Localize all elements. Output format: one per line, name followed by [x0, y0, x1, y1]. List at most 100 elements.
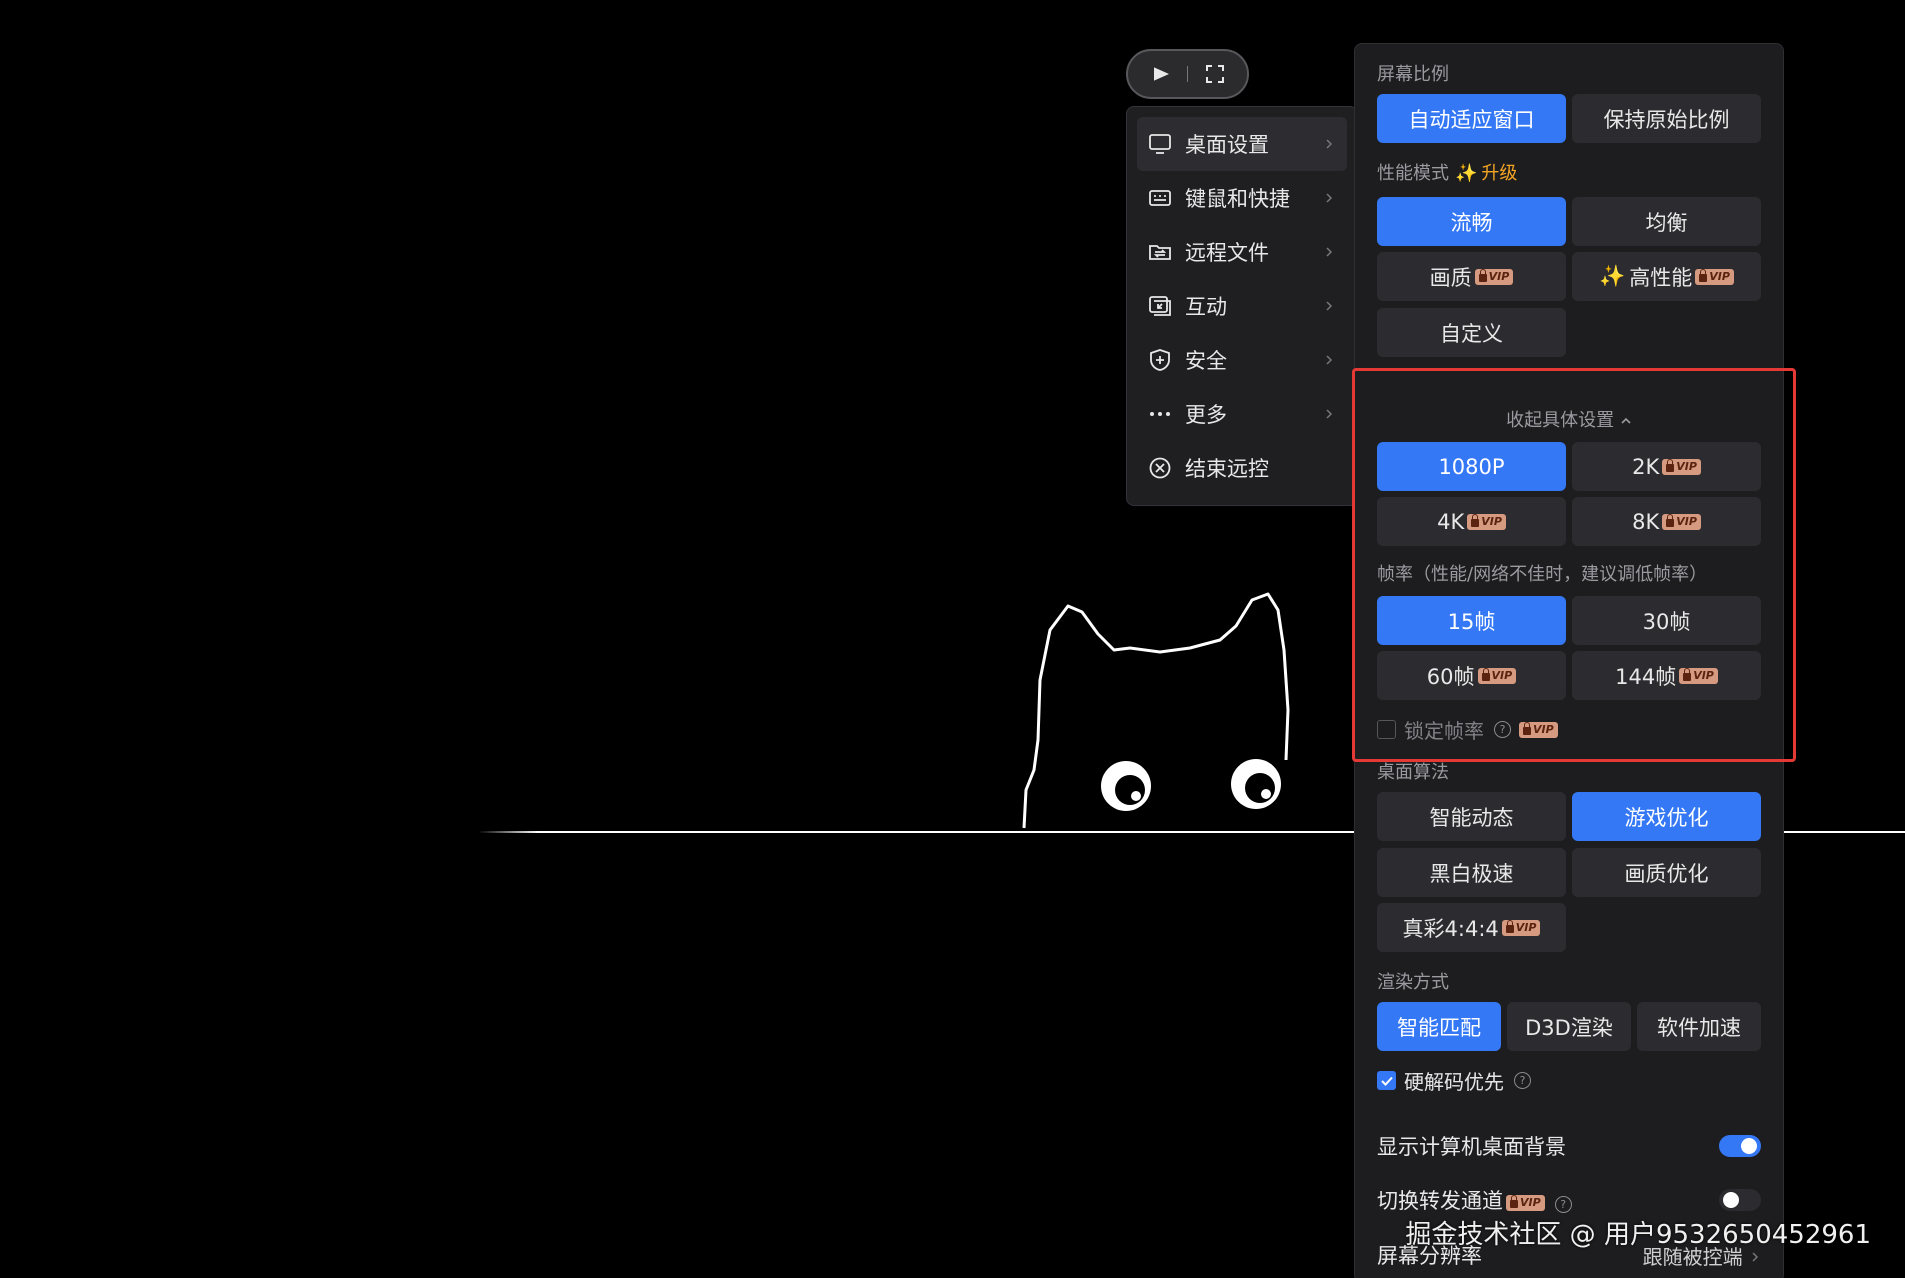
perf-quality-button[interactable]: 画质 VIP — [1377, 252, 1566, 301]
show-wallpaper-toggle[interactable] — [1719, 1135, 1761, 1157]
quality-8k-button[interactable]: 8K VIP — [1572, 497, 1761, 546]
keyboard-icon — [1147, 185, 1173, 211]
hw-decode-checkbox[interactable] — [1377, 1071, 1396, 1090]
remote-control-menu: 桌面设置 键鼠和快捷 远程文件 互动 安全 更多 结束远控 — [1126, 106, 1358, 506]
help-icon[interactable]: ? — [1494, 721, 1511, 738]
lock-framerate-checkbox[interactable] — [1377, 720, 1396, 739]
hw-decode-label: 硬解码优先 — [1404, 1070, 1504, 1094]
quality-1080p-button[interactable]: 1080P — [1377, 442, 1566, 491]
play-flag-icon — [1151, 66, 1169, 82]
menu-item-security[interactable]: 安全 — [1137, 333, 1347, 387]
menu-item-label: 键鼠和快捷 — [1185, 187, 1290, 211]
algo-quality-optimize-button[interactable]: 画质优化 — [1572, 848, 1761, 897]
lock-icon — [1510, 1195, 1518, 1208]
lock-framerate-label: 锁定帧率 — [1404, 719, 1484, 743]
menu-item-label: 互动 — [1185, 295, 1227, 319]
framerate-label: 帧率（性能/网络不佳时，建议调低帧率） — [1377, 564, 1708, 585]
fps-15-button[interactable]: 15帧 — [1377, 596, 1566, 645]
help-icon[interactable]: ? — [1514, 1072, 1531, 1089]
menu-item-end-remote[interactable]: 结束远控 — [1137, 441, 1347, 495]
render-software-button[interactable]: 软件加速 — [1637, 1002, 1761, 1051]
chevron-right-icon — [1326, 193, 1333, 203]
vip-badge: VIP — [1506, 1195, 1545, 1211]
algo-smart-dynamic-button[interactable]: 智能动态 — [1377, 792, 1566, 841]
switch-relay-label: 切换转发通道 VIP? — [1377, 1185, 1572, 1215]
show-wallpaper-label: 显示计算机桌面背景 — [1377, 1135, 1566, 1159]
perf-high-performance-button[interactable]: ✨ 高性能 VIP — [1572, 252, 1761, 301]
algo-true-color-button[interactable]: 真彩4:4:4 VIP — [1377, 903, 1566, 952]
fullscreen-icon — [1206, 65, 1224, 83]
lock-icon — [1523, 721, 1531, 735]
menu-item-keyboard-mouse[interactable]: 键鼠和快捷 — [1137, 171, 1347, 225]
chevron-right-icon — [1752, 1251, 1759, 1262]
sparkle-icon: ✨ — [1599, 264, 1626, 288]
desktop-settings-panel: 屏幕比例 自动适应窗口 保持原始比例 性能模式 ✨ 升级 流畅 均衡 画质 VIP ✨… — [1354, 43, 1784, 1278]
menu-item-more[interactable]: 更多 — [1137, 387, 1347, 441]
ratio-keep-original-button[interactable]: 保持原始比例 — [1572, 94, 1761, 143]
interact-icon — [1147, 293, 1173, 319]
fps-60-button[interactable]: 60帧 VIP — [1377, 651, 1566, 700]
collapse-details-toggle[interactable]: 收起具体设置 — [1355, 406, 1783, 432]
menu-item-label: 桌面设置 — [1185, 133, 1269, 157]
quality-2k-button[interactable]: 2K VIP — [1572, 442, 1761, 491]
folder-transfer-icon — [1147, 239, 1173, 265]
switch-relay-toggle[interactable] — [1719, 1189, 1761, 1211]
hw-decode-row: 硬解码优先 ? — [1377, 1066, 1531, 1095]
vip-badge: VIP — [1501, 919, 1541, 936]
menu-item-label: 远程文件 — [1185, 241, 1269, 265]
vip-badge: VIP — [1467, 513, 1506, 530]
pill-separator — [1187, 66, 1188, 82]
vip-badge: VIP — [1695, 268, 1734, 285]
lock-icon — [1666, 458, 1675, 472]
switch-relay-row: 切换转发通道 VIP? — [1377, 1185, 1761, 1215]
menu-item-label: 结束远控 — [1185, 457, 1269, 481]
quality-4k-button[interactable]: 4K VIP — [1377, 497, 1566, 546]
menu-item-desktop-settings[interactable]: 桌面设置 — [1137, 117, 1347, 171]
watermark: 掘金技术社区 @ 用户9532650452961 — [1405, 1220, 1871, 1250]
vip-badge: VIP — [1679, 667, 1718, 684]
menu-item-label: 安全 — [1185, 349, 1227, 373]
remote-desktop-stage: 桌面设置 键鼠和快捷 远程文件 互动 安全 更多 结束远控 屏幕比例 自动适应窗… — [0, 0, 1905, 1278]
vip-badge: VIP — [1474, 268, 1514, 285]
menu-item-interact[interactable]: 互动 — [1137, 279, 1347, 333]
vip-badge: VIP — [1477, 667, 1517, 684]
help-icon[interactable]: ? — [1554, 1196, 1572, 1213]
chevron-right-icon — [1326, 409, 1333, 419]
render-smart-match-button[interactable]: 智能匹配 — [1377, 1002, 1501, 1051]
cat-illustration — [1022, 592, 1290, 829]
toolbar-pill — [1126, 49, 1249, 99]
toggle-sidebar-button[interactable] — [1147, 61, 1173, 87]
desktop-algorithm-label: 桌面算法 — [1377, 762, 1449, 783]
monitor-icon — [1147, 131, 1173, 157]
fps-144-button[interactable]: 144帧 VIP — [1572, 651, 1761, 700]
render-d3d-button[interactable]: D3D渲染 — [1507, 1002, 1631, 1051]
perf-custom-button[interactable]: 自定义 — [1377, 308, 1566, 357]
chevron-right-icon — [1326, 301, 1333, 311]
more-icon — [1147, 401, 1173, 427]
algo-bw-fast-button[interactable]: 黑白极速 — [1377, 848, 1566, 897]
lock-icon — [1505, 919, 1514, 933]
vip-badge: VIP — [1662, 513, 1701, 530]
fullscreen-button[interactable] — [1202, 61, 1228, 87]
chevron-up-icon — [1621, 417, 1631, 424]
shield-icon — [1147, 347, 1173, 373]
chevron-right-icon — [1326, 247, 1333, 257]
vip-badge: VIP — [1662, 458, 1701, 475]
menu-item-remote-files[interactable]: 远程文件 — [1137, 225, 1347, 279]
chevron-right-icon — [1326, 139, 1333, 149]
screen-ratio-label: 屏幕比例 — [1377, 64, 1449, 85]
fps-30-button[interactable]: 30帧 — [1572, 596, 1761, 645]
lock-icon — [1471, 513, 1480, 527]
upgrade-link[interactable]: ✨ 升级 — [1455, 163, 1517, 184]
perf-smooth-button[interactable]: 流畅 — [1377, 197, 1566, 246]
ratio-auto-fit-button[interactable]: 自动适应窗口 — [1377, 94, 1566, 143]
lock-icon — [1699, 268, 1708, 282]
sparkle-icon: ✨ — [1455, 163, 1478, 184]
algo-game-optimize-button[interactable]: 游戏优化 — [1572, 792, 1761, 841]
lock-icon — [1666, 513, 1675, 527]
perf-balanced-button[interactable]: 均衡 — [1572, 197, 1761, 246]
menu-item-label: 更多 — [1185, 403, 1227, 427]
render-mode-label: 渲染方式 — [1377, 972, 1449, 993]
lock-framerate-row: 锁定帧率 ? VIP — [1377, 715, 1558, 744]
lock-icon — [1481, 667, 1490, 681]
